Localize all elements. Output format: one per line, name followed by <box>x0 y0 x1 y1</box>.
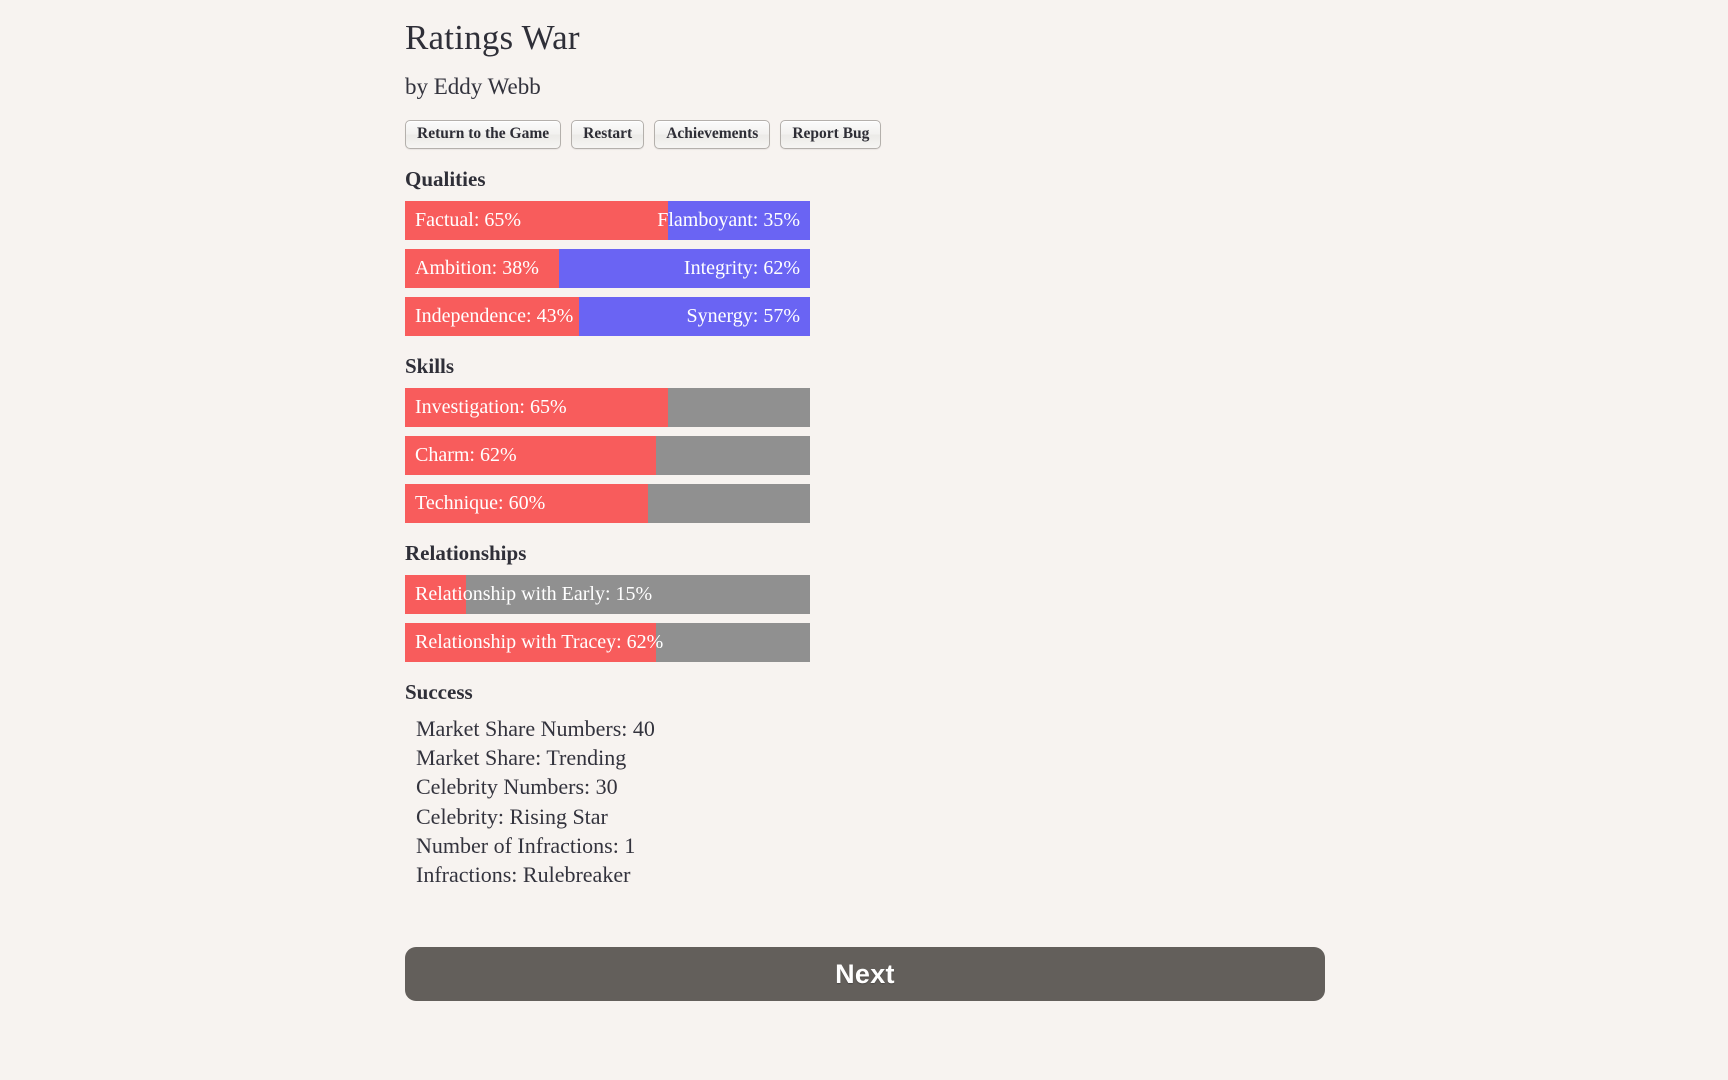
stat-bar: Relationship with Tracey: 62% <box>405 622 810 662</box>
stat-bar-fill-left <box>405 248 559 288</box>
stat-bar-fill-left <box>405 387 669 427</box>
stat-bar: Ambition: 38% Integrity: 62% <box>405 248 810 288</box>
stat-bar-fill-left <box>405 483 648 523</box>
success-item: Number of Infractions: 1 <box>416 832 636 858</box>
stat-bar-fill-left <box>405 574 466 614</box>
stat-bar-text: Relationship with Early: 15% <box>405 575 810 614</box>
stat-bar-fill-left <box>405 296 580 336</box>
section-heading-success: Success <box>405 679 473 704</box>
achievements-button[interactable]: Achievements <box>654 120 771 149</box>
relationships-bar-list: Relationship with Early: 15% Relationship… <box>405 574 1325 662</box>
section-heading-qualities: Qualities <box>405 166 486 191</box>
section-heading-skills: Skills <box>405 353 455 378</box>
restart-button[interactable]: Restart <box>571 120 645 149</box>
return-to-game-button[interactable]: Return to the Game <box>405 120 562 149</box>
page-title: Ratings War <box>405 18 580 57</box>
success-item: Infractions: Rulebreaker <box>416 862 631 888</box>
report-bug-button[interactable]: Report Bug <box>780 120 882 149</box>
stat-bar-fill-left <box>405 200 669 240</box>
game-page: Ratings War by Eddy Webb Return to the G… <box>0 0 1728 1080</box>
stats-panel: Ratings War by Eddy Webb Return to the G… <box>405 0 1325 889</box>
author-byline: by Eddy Webb <box>405 74 541 99</box>
stat-bar: Investigation: 65% <box>405 387 810 427</box>
stat-bar-fill-right <box>558 248 810 288</box>
section-heading-relationships: Relationships <box>405 540 527 565</box>
stat-bar-fill-left <box>405 622 657 662</box>
stat-bar-fill-right <box>579 296 810 336</box>
next-button[interactable]: Next <box>405 947 1325 1001</box>
skills-bar-list: Investigation: 65% Charm: 62% Technique: 6… <box>405 387 1325 523</box>
success-item: Market Share: Trending <box>416 745 627 771</box>
stat-bar: Charm: 62% <box>405 435 810 475</box>
success-item: Celebrity Numbers: 30 <box>416 774 618 800</box>
stat-bar: Factual: 65% Flamboyant: 35% <box>405 200 810 240</box>
stat-bar: Independence: 43% Synergy: 57% <box>405 296 810 336</box>
stat-bar-fill-right <box>668 200 810 240</box>
stat-bar-fill-left <box>405 435 657 475</box>
qualities-bar-list: Factual: 65% Flamboyant: 35% Ambition: 38%… <box>405 200 1325 336</box>
toolbar: Return to the Game Restart Achievements … <box>405 120 1325 149</box>
stat-bar: Relationship with Early: 15% <box>405 574 810 614</box>
success-list: Market Share Numbers: 40 Market Share: Tr… <box>405 714 1325 890</box>
stat-bar: Technique: 60% <box>405 483 810 523</box>
success-item: Market Share Numbers: 40 <box>416 715 655 741</box>
success-item: Celebrity: Rising Star <box>416 803 608 829</box>
